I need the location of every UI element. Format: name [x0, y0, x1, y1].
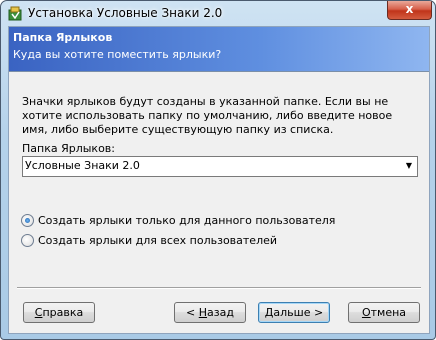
back-button[interactable]: < Назад: [174, 302, 246, 323]
description-text: Значки ярлыков будут созданы в указанной…: [22, 95, 393, 136]
dialog-client-area: Папка Ярлыков Куда вы хотите поместить я…: [8, 26, 430, 334]
cancel-button[interactable]: Отмена: [348, 302, 420, 323]
help-button[interactable]: Справка: [23, 302, 95, 323]
button-separator: [17, 287, 421, 289]
window-title: Установка Условные Знаки 2.0: [28, 6, 223, 20]
close-button[interactable]: x: [387, 1, 432, 20]
radio-current-user-label: Создать ярлыки только для данного пользо…: [38, 214, 336, 227]
dropdown-arrow-icon[interactable]: ▼: [406, 161, 412, 170]
next-button[interactable]: Дальше >: [258, 302, 330, 323]
page-title: Папка Ярлыков: [13, 31, 113, 44]
radio-all-users-control[interactable]: [21, 234, 34, 247]
page-header: Папка Ярлыков Куда вы хотите поместить я…: [9, 27, 429, 72]
folder-label: Папка Ярлыков:: [22, 142, 115, 155]
radio-all-users-label: Создать ярлыки для всех пользователей: [38, 234, 278, 247]
page-subtitle: Куда вы хотите поместить ярлыки?: [13, 48, 222, 61]
shortcut-folder-value: Условные Знаки 2.0: [25, 159, 140, 172]
title-bar[interactable]: Установка Условные Знаки 2.0 x: [1, 1, 435, 26]
close-icon: x: [405, 2, 414, 16]
installer-app-icon: [8, 6, 22, 21]
shortcut-folder-combobox[interactable]: Условные Знаки 2.0 ▼: [22, 156, 418, 177]
radio-current-user-control[interactable]: [21, 214, 34, 227]
installer-window: Установка Условные Знаки 2.0 x Папка Ярл…: [0, 0, 436, 340]
